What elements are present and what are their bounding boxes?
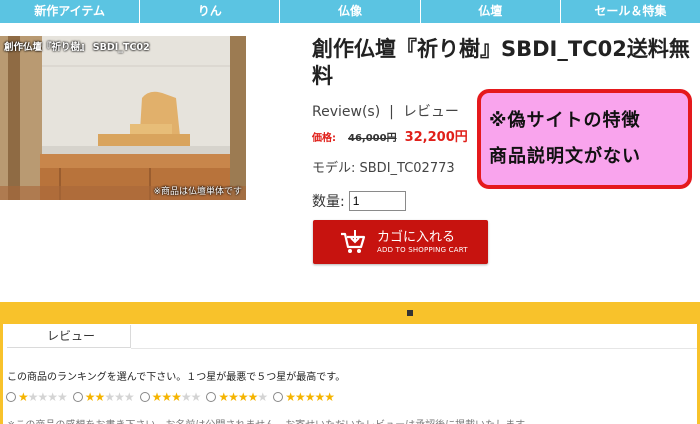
star-rating-5-icon: ★★★★★ [285, 390, 335, 404]
shopping-cart-icon [341, 230, 366, 253]
price-label: 価格: [312, 133, 336, 144]
quantity-row: 数量: [312, 191, 406, 211]
rating-options: ★★★★★ ★★★★★ ★★★★★ ★★★★★ ★★★★★ [6, 391, 340, 403]
cart-button-label: カゴに入れる [377, 229, 456, 245]
rating-radio-4[interactable] [206, 392, 217, 402]
rating-radio-1[interactable] [6, 392, 16, 402]
product-photo-illustration [0, 36, 246, 200]
star-rating-3-icon: ★★★★★ [151, 390, 202, 404]
quantity-input[interactable] [348, 191, 406, 211]
review-line: Review(s) | レビュー [312, 101, 459, 121]
photo-note: ※商品は仏壇単体です [153, 187, 242, 197]
price-old: 46,000円 [348, 133, 397, 144]
tab-divider [131, 348, 697, 349]
price-line: 価格: 46,000円 32,200円 [312, 126, 468, 145]
rating-radio-5[interactable] [273, 392, 284, 402]
product-image[interactable]: 創作仏壇『祈り樹』 SBDI_TC02 ※商品は仏壇単体です [0, 36, 246, 200]
rating-option-5[interactable]: ★★★★★ [273, 390, 335, 404]
add-to-cart-button[interactable]: カゴに入れる ADD TO SHOPPING CART [313, 220, 488, 264]
photo-caption: 創作仏壇『祈り樹』 SBDI_TC02 [4, 42, 150, 53]
rating-radio-3[interactable] [139, 392, 150, 402]
warning-line-1: ※偽サイトの特徴 [489, 110, 641, 131]
review-separator: | [389, 104, 394, 120]
nav-item-butsudan[interactable]: 仏壇 [421, 0, 561, 23]
review-note: ※この商品の感想をお書き下さい。お名前は公開されません。お寄せいただいたレビュー… [7, 416, 534, 424]
nav-item-rin[interactable]: りん [140, 0, 281, 23]
price-new: 32,200円 [404, 130, 468, 145]
warning-line-2: 商品説明文がない [489, 146, 641, 167]
nav-item-new[interactable]: 新作アイテム [0, 0, 141, 23]
star-rating-2-icon: ★★★★★ [84, 390, 135, 404]
rating-option-4[interactable]: ★★★★★ [206, 390, 268, 404]
fake-site-warning: ※偽サイトの特徴 商品説明文がない [477, 89, 692, 189]
rating-option-1[interactable]: ★★★★★ [6, 390, 68, 404]
rating-option-3[interactable]: ★★★★★ [139, 390, 202, 404]
star-rating-4-icon: ★★★★★ [218, 390, 268, 404]
top-nav: 新作アイテム りん 仏像 仏壇 セール＆特集 [0, 0, 700, 23]
product-title: 創作仏壇『祈り樹』SBDI_TC02送料無料 [312, 37, 690, 88]
nav-item-sale[interactable]: セール＆特集 [561, 0, 700, 23]
nav-item-butsuzo[interactable]: 仏像 [280, 0, 421, 23]
rating-option-2[interactable]: ★★★★★ [72, 390, 135, 404]
tab-reviews[interactable]: レビュー [7, 325, 131, 348]
review-link[interactable]: Review(s) [312, 104, 380, 120]
rating-instruction: この商品のランキングを選んで下さい。１つ星が最悪で５つ星が最高です。 [7, 372, 346, 383]
quantity-label: 数量: [312, 194, 345, 210]
review-section-band [0, 302, 700, 324]
review-link-jp[interactable]: レビュー [403, 104, 459, 120]
star-rating-1-icon: ★★★★★ [18, 390, 68, 404]
model-number: モデル: SBDI_TC02773 [312, 161, 455, 176]
cart-button-sublabel: ADD TO SHOPPING CART [377, 245, 468, 254]
rating-radio-2[interactable] [72, 392, 83, 402]
band-marker [407, 310, 413, 316]
